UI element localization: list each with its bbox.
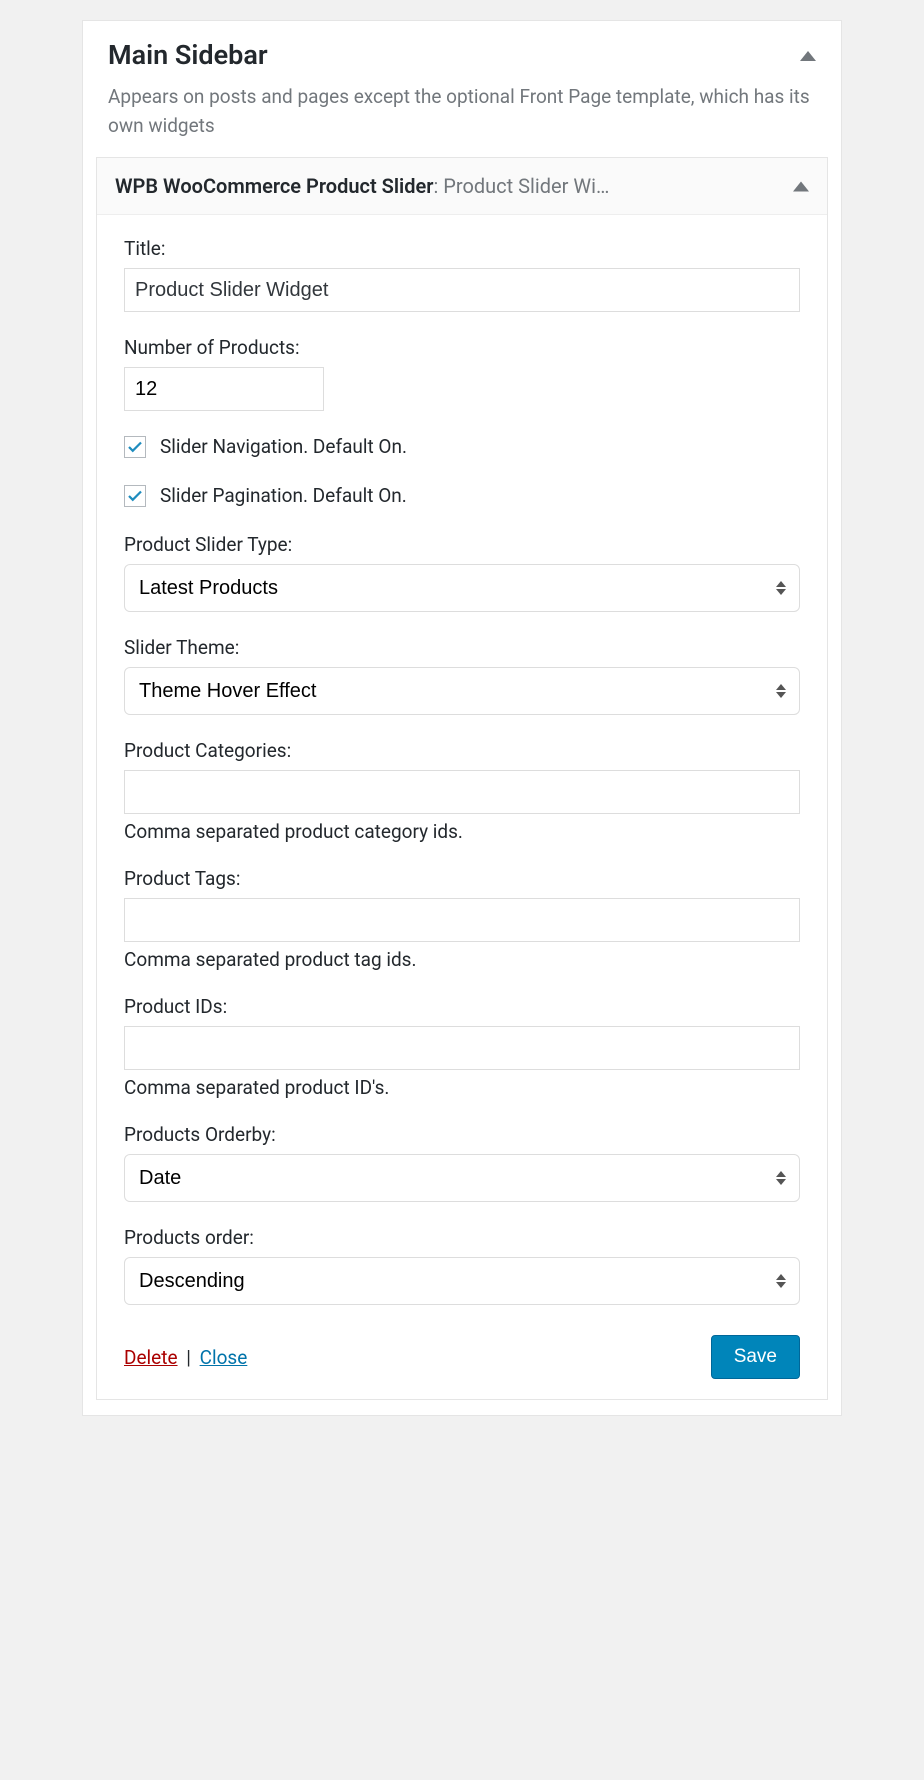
- field-slider-type: Product Slider Type: Latest Products: [124, 533, 800, 612]
- field-title: Title:: [124, 237, 800, 312]
- theme-select[interactable]: Theme Hover Effect: [124, 667, 800, 715]
- check-icon: [126, 487, 144, 505]
- categories-input[interactable]: [124, 770, 800, 814]
- order-label: Products order:: [124, 1226, 800, 1249]
- categories-help: Comma separated product category ids.: [124, 820, 800, 843]
- orderby-select-wrap: Date: [124, 1154, 800, 1202]
- count-label: Number of Products:: [124, 336, 800, 359]
- area-collapse-toggle[interactable]: [800, 46, 816, 65]
- field-slider-theme: Slider Theme: Theme Hover Effect: [124, 636, 800, 715]
- area-title: Main Sidebar: [108, 39, 816, 71]
- theme-label: Slider Theme:: [124, 636, 800, 659]
- left-actions: Delete | Close: [124, 1346, 247, 1369]
- chevron-up-icon: [793, 182, 809, 192]
- type-select[interactable]: Latest Products: [124, 564, 800, 612]
- slider-pagination-checkbox[interactable]: [124, 485, 146, 507]
- theme-select-wrap: Theme Hover Effect: [124, 667, 800, 715]
- field-categories: Product Categories: Comma separated prod…: [124, 739, 800, 843]
- order-select[interactable]: Descending: [124, 1257, 800, 1305]
- delete-link[interactable]: Delete: [124, 1346, 178, 1369]
- tags-input[interactable]: [124, 898, 800, 942]
- field-ids: Product IDs: Comma separated product ID'…: [124, 995, 800, 1099]
- slider-navigation-label: Slider Navigation. Default On.: [160, 435, 407, 458]
- ids-input[interactable]: [124, 1026, 800, 1070]
- separator: |: [186, 1346, 191, 1369]
- ids-label: Product IDs:: [124, 995, 800, 1018]
- count-input[interactable]: [124, 367, 324, 411]
- field-tags: Product Tags: Comma separated product ta…: [124, 867, 800, 971]
- area-header: Main Sidebar Appears on posts and pages …: [83, 21, 841, 152]
- widget-item: WPB WooCommerce Product Slider: Product …: [96, 157, 828, 1400]
- widget-actions: Delete | Close Save: [124, 1335, 800, 1379]
- area-description: Appears on posts and pages except the op…: [108, 83, 816, 140]
- slider-pagination-label: Slider Pagination. Default On.: [160, 484, 407, 507]
- title-input[interactable]: [124, 268, 800, 312]
- field-order: Products order: Descending: [124, 1226, 800, 1305]
- check-icon: [126, 438, 144, 456]
- type-label: Product Slider Type:: [124, 533, 800, 556]
- orderby-label: Products Orderby:: [124, 1123, 800, 1146]
- widget-subtitle: : Product Slider Wi…: [433, 174, 609, 198]
- categories-label: Product Categories:: [124, 739, 800, 762]
- close-link[interactable]: Close: [200, 1346, 248, 1369]
- order-select-wrap: Descending: [124, 1257, 800, 1305]
- tags-help: Comma separated product tag ids.: [124, 948, 800, 971]
- widget-body: Title: Number of Products: Slider Naviga…: [97, 215, 827, 1399]
- field-number-products: Number of Products:: [124, 336, 800, 411]
- chevron-up-icon: [800, 51, 816, 61]
- slider-pagination-row: Slider Pagination. Default On.: [124, 484, 800, 507]
- widget-name: WPB WooCommerce Product Slider: [115, 174, 433, 198]
- widget-collapse-toggle[interactable]: [793, 177, 809, 196]
- ids-help: Comma separated product ID's.: [124, 1076, 800, 1099]
- title-label: Title:: [124, 237, 800, 260]
- widget-header[interactable]: WPB WooCommerce Product Slider: Product …: [97, 158, 827, 215]
- orderby-select[interactable]: Date: [124, 1154, 800, 1202]
- slider-navigation-checkbox[interactable]: [124, 436, 146, 458]
- slider-navigation-row: Slider Navigation. Default On.: [124, 435, 800, 458]
- field-orderby: Products Orderby: Date: [124, 1123, 800, 1202]
- tags-label: Product Tags:: [124, 867, 800, 890]
- widget-area: Main Sidebar Appears on posts and pages …: [82, 20, 842, 1416]
- type-select-wrap: Latest Products: [124, 564, 800, 612]
- save-button[interactable]: Save: [711, 1335, 800, 1379]
